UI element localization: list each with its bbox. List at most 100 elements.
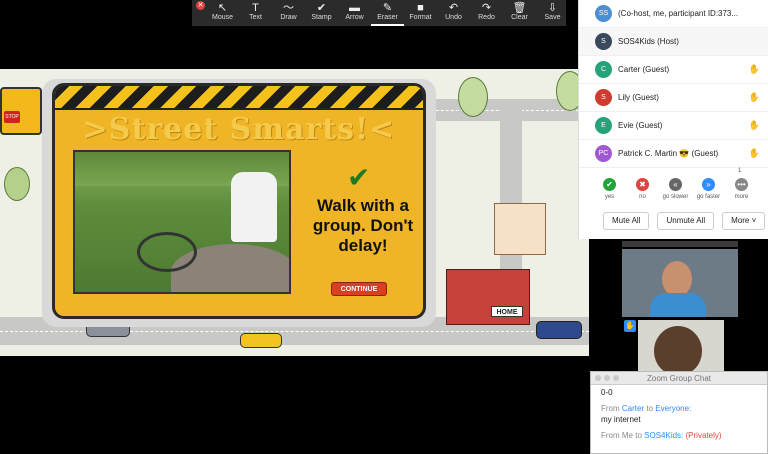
participant-name: (Co-host, me, participant ID:373... — [618, 9, 739, 18]
close-annotation-icon[interactable]: ✕ — [196, 1, 205, 10]
tool-undo-button[interactable]: ↶ Undo — [437, 0, 470, 26]
yes-reaction-button[interactable]: ✔ yes — [593, 168, 626, 200]
tool-mouse-button[interactable]: ↖ Mouse — [206, 0, 239, 26]
participant-shirt — [650, 293, 706, 317]
reaction-label: no — [639, 194, 646, 200]
tool-save-button[interactable]: ⇩ Save — [536, 0, 569, 26]
participant-row[interactable]: PC Patrick C. Martin 😎 (Guest) ✋ — [579, 140, 768, 168]
chat-message: 0-0 — [601, 388, 613, 397]
participants-list: SS (Co-host, me, participant ID:373... S SO… — [579, 0, 768, 168]
zoom-window-icon[interactable] — [613, 375, 619, 381]
participant-row[interactable]: S Lily (Guest) ✋ — [579, 84, 768, 112]
house — [494, 203, 546, 255]
tool-arrow-button[interactable]: ▬ Arrow — [338, 0, 371, 26]
avatar: S — [595, 33, 612, 50]
window-controls — [595, 375, 619, 381]
eraser-icon: ✎ — [382, 2, 393, 14]
tree — [4, 167, 30, 201]
go-slower-reaction-button[interactable]: « go slower — [659, 168, 692, 200]
toolbar-tools: ↖ Mouse T Text 〜 Draw ✔ Stamp ▬ Arrow ✎ Eraser ■ Form… — [206, 0, 569, 26]
continue-button[interactable]: CONTINUE — [331, 282, 387, 296]
nonverbal-feedback-bar: ✔ yes ✖ no « go slower » go faster ••• more — [579, 168, 768, 200]
private-label: (Privately) — [685, 431, 722, 440]
home-house: HOME — [446, 269, 530, 325]
tree — [458, 77, 488, 117]
tool-label: Save — [544, 14, 561, 21]
avatar: C — [595, 61, 612, 78]
chat-messages: 0-0 From Carter to Everyone: my internet… — [591, 387, 767, 441]
panel-buttons: Mute All Unmute All More ˅ — [579, 212, 768, 230]
participant-name: Evie (Guest) — [618, 121, 663, 130]
tool-draw-button[interactable]: 〜 Draw — [272, 0, 305, 26]
boy — [231, 172, 277, 242]
tool-label: Eraser — [377, 14, 398, 21]
more-button[interactable]: More ˅ — [722, 212, 766, 230]
reaction-label: go faster — [696, 194, 721, 200]
to-word: to — [646, 404, 654, 413]
safety-tip: Walk with a group. Don't delay! — [312, 196, 414, 255]
save-icon: ⇩ — [547, 2, 558, 14]
tool-stamp-button[interactable]: ✔ Stamp — [305, 0, 338, 26]
participant-row[interactable]: C Carter (Guest) ✋ — [579, 56, 768, 84]
participants-panel: SS (Co-host, me, participant ID:373... S SO… — [578, 0, 768, 239]
checkmark-icon: ✔ — [347, 162, 371, 193]
video-tile[interactable] — [638, 320, 724, 372]
stamp-icon: ✔ — [316, 2, 327, 14]
unmute-all-button[interactable]: Unmute All — [657, 212, 715, 230]
reaction-label: go slower — [662, 194, 689, 200]
draw-icon: 〜 — [283, 2, 294, 14]
school-bus: STOP — [0, 87, 42, 135]
raised-hand-icon: ✋ — [748, 64, 760, 74]
raised-hand-icon: ✋ — [748, 148, 760, 158]
minimize-window-icon[interactable] — [604, 375, 610, 381]
tool-eraser-button[interactable]: ✎ Eraser — [371, 0, 404, 26]
participant-name: Lily (Guest) — [618, 93, 659, 102]
tool-clear-button[interactable]: 🗑 Clear — [503, 0, 536, 26]
raised-hand-icon: ✋ — [624, 320, 636, 332]
more-icon: ••• — [735, 178, 748, 191]
go-slower-icon: « — [669, 178, 682, 191]
avatar: PC — [595, 145, 612, 162]
video-tile[interactable] — [622, 241, 738, 247]
bicycle — [137, 232, 197, 272]
no-reaction-button[interactable]: ✖ no — [626, 168, 659, 200]
yes-icon: ✔ — [603, 178, 616, 191]
shared-screen-game[interactable]: STOP HOME >Street Smarts!< ✔ Walk with a… — [0, 69, 589, 356]
taxi — [240, 333, 282, 348]
kid-on-rock-photo — [73, 150, 291, 294]
close-window-icon[interactable] — [595, 375, 601, 381]
recipient-name[interactable]: SOS4Kids: — [644, 431, 683, 440]
format-icon: ■ — [417, 2, 424, 14]
more-reaction-button[interactable]: ••• more — [725, 168, 758, 200]
video-tile[interactable] — [622, 249, 738, 317]
participant-face — [654, 326, 702, 372]
tool-redo-button[interactable]: ↷ Redo — [470, 0, 503, 26]
chat-titlebar: Zoom Group Chat — [591, 372, 767, 385]
participant-row[interactable]: SS (Co-host, me, participant ID:373... — [579, 0, 768, 28]
mute-all-button[interactable]: Mute All — [603, 212, 650, 230]
chat-message: my internet — [601, 415, 641, 424]
tool-text-button[interactable]: T Text — [239, 0, 272, 26]
reaction-label: yes — [604, 194, 615, 200]
sender-name[interactable]: Carter — [622, 404, 644, 413]
go-faster-reaction-button[interactable]: » go faster — [692, 168, 725, 200]
from-prefix: From Me to — [601, 431, 642, 440]
tool-label: Text — [249, 14, 262, 21]
game-title: >Street Smarts!< — [82, 112, 396, 147]
participant-row[interactable]: S SOS4Kids (Host) — [579, 28, 768, 56]
street-smarts-sign: >Street Smarts!< ✔ Walk with a group. Do… — [52, 83, 426, 319]
home-label: HOME — [491, 306, 523, 317]
tool-format-button[interactable]: ■ Format — [404, 0, 437, 26]
avatar: S — [595, 89, 612, 106]
participant-name: Patrick C. Martin 😎 (Guest) — [618, 149, 719, 158]
raised-hand-icon: ✋ — [748, 92, 760, 102]
participant-row[interactable]: E Evie (Guest) ✋ — [579, 112, 768, 140]
tool-label: Undo — [445, 14, 462, 21]
recipient-name[interactable]: Everyone: — [655, 404, 691, 413]
arrow-icon: ▬ — [349, 2, 360, 14]
hazard-stripes — [55, 86, 423, 110]
car — [536, 321, 582, 339]
undo-icon: ↶ — [448, 2, 459, 14]
tool-label: Arrow — [345, 14, 364, 21]
reaction-label: more — [734, 194, 749, 200]
